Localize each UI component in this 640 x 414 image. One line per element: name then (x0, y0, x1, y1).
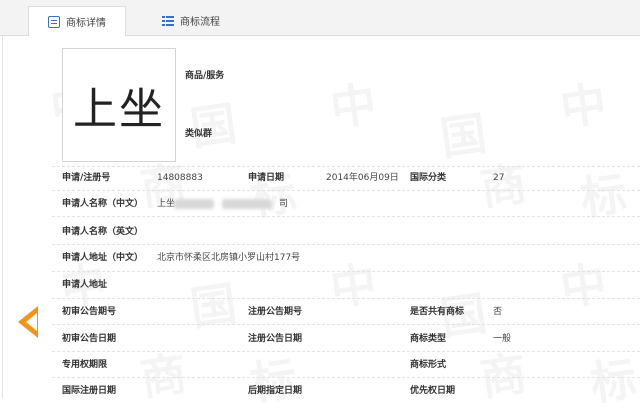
intl-class-value: 27 (493, 173, 505, 183)
applicant-cn-suffix: 司 (279, 199, 289, 209)
trademark-image-text: 上坐 (73, 84, 165, 135)
row-divider (52, 216, 640, 217)
row-divider (52, 377, 640, 378)
similar-group-label: 类似群 (185, 129, 213, 139)
document-icon (48, 15, 60, 28)
row-divider (52, 244, 640, 245)
row-divider (52, 166, 640, 167)
reg-pub-date-label: 注册公告日期 (248, 334, 303, 344)
tab-trademark-detail[interactable]: 商标详情 (28, 6, 126, 36)
priority-date-label: 优先权日期 (410, 386, 456, 396)
reg-no-value: 14808883 (157, 173, 203, 183)
reg-no-label: 申请/注册号 (62, 173, 111, 183)
list-icon (162, 14, 174, 27)
shared-tm-value: 否 (493, 307, 503, 317)
shared-tm-label: 是否共有商标 (410, 307, 465, 317)
reg-pub-no-label: 注册公告期号 (248, 307, 303, 317)
tm-type-label: 商标类型 (410, 334, 447, 344)
address-cn-label: 申请人地址（中文） (62, 253, 144, 263)
applicant-cn-label: 申请人名称（中文） (62, 199, 144, 209)
prelim-no-label: 初审公告期号 (62, 307, 117, 317)
prelim-date-label: 初审公告日期 (62, 334, 117, 344)
row-divider (52, 324, 640, 325)
row-divider (52, 190, 640, 191)
row-divider (52, 298, 640, 299)
applicant-cn-prefix: 上坐 (157, 199, 176, 209)
applicant-en-label: 申请人名称（英文） (62, 227, 144, 237)
prev-arrow-icon[interactable] (18, 306, 38, 338)
redacted-text (174, 199, 214, 209)
apply-date-value: 2014年06月09日 (326, 173, 399, 183)
trademark-image: 上坐 (62, 48, 176, 162)
intl-class-label: 国际分类 (410, 173, 447, 183)
apply-date-label: 申请日期 (248, 173, 285, 183)
tm-type-value: 一般 (493, 334, 512, 344)
redacted-text (222, 199, 272, 209)
tab-trademark-process[interactable]: 商标流程 (136, 6, 246, 35)
tab-label: 商标流程 (180, 17, 220, 28)
tm-form-label: 商标形式 (410, 360, 447, 370)
tab-label: 商标详情 (66, 18, 106, 29)
intl-reg-date-label: 国际注册日期 (62, 386, 117, 396)
later-designation-date-label: 后期指定日期 (248, 386, 303, 396)
exclusive-period-label: 专用权期限 (62, 360, 108, 370)
address-cn-value: 北京市怀柔区北房镇小罗山村177号 (157, 253, 301, 263)
row-divider (52, 271, 640, 272)
row-divider (52, 351, 640, 352)
goods-services-label: 商品/服务 (185, 71, 225, 81)
address-en-label: 申请人地址 (62, 280, 108, 290)
tab-bar: 商标详情 商标流程 (0, 0, 640, 36)
